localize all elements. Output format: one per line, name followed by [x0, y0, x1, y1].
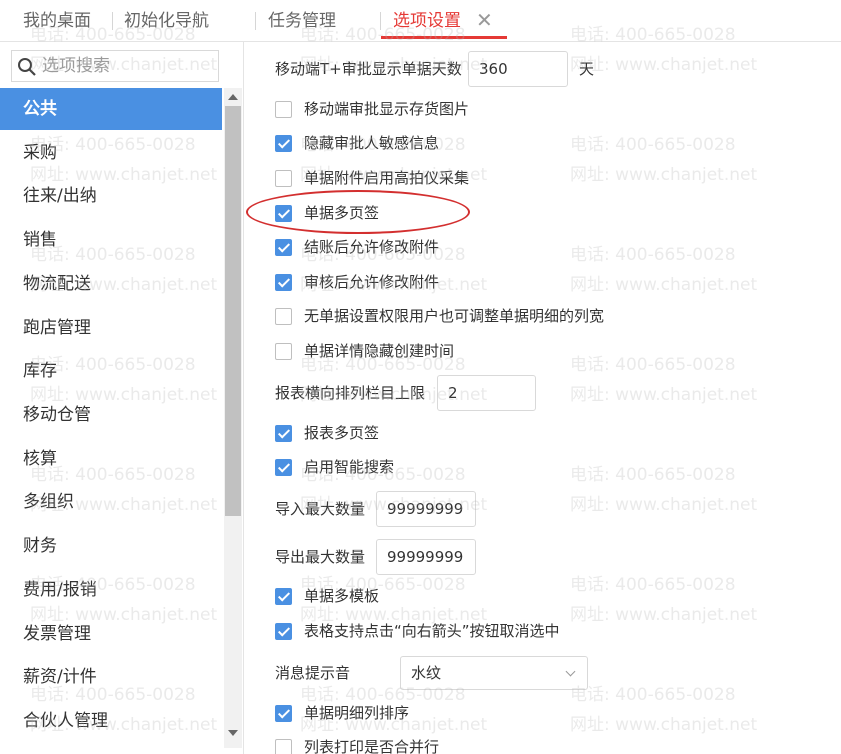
message-sound-value: 水纹: [411, 664, 442, 682]
settings-panel: 移动端T+审批显示单据天数 360 天 移动端审批显示存货图片 隐藏审批人敏感信…: [245, 42, 841, 754]
menu-item-expense[interactable]: 费用/报销: [0, 569, 222, 611]
checkbox[interactable]: [275, 588, 292, 605]
checkbox-label: 单据详情隐藏创建时间: [304, 342, 455, 360]
checkbox-label: 隐藏审批人敏感信息: [304, 134, 440, 152]
mobile-days-label: 移动端T+审批显示单据天数: [275, 60, 462, 78]
days-unit: 天: [579, 60, 595, 78]
sidebar-scrollbar[interactable]: [224, 88, 242, 748]
checkbox-label: 启用智能搜索: [304, 458, 395, 476]
checkbox-label: 报表多页签: [304, 424, 380, 442]
menu-item-accounts-cashier[interactable]: 往来/出纳: [0, 175, 222, 217]
menu-item-purchase[interactable]: 采购: [0, 132, 222, 174]
checkbox[interactable]: [275, 343, 292, 360]
checkbox-label: 列表打印是否合并行: [304, 738, 440, 754]
menu-item-finance[interactable]: 财务: [0, 525, 222, 567]
checkbox-label: 无单据设置权限用户也可调整单据明细的列宽: [304, 307, 605, 325]
menu-item-partner[interactable]: 合伙人管理: [0, 700, 222, 742]
highlight-ellipse: [246, 190, 470, 234]
checkbox[interactable]: [275, 274, 292, 291]
menu-item-inventory[interactable]: 库存: [0, 350, 222, 392]
checkbox-label: 移动端审批显示存货图片: [304, 100, 470, 118]
checkbox-label: 表格支持点击“向右箭头”按钮取消选中: [304, 622, 560, 640]
menu-item-invoice[interactable]: 发票管理: [0, 613, 222, 655]
options-sidebar: 公共 采购 往来/出纳 销售 物流配送 跑店管理 库存 移动仓管 核算 多组织 …: [0, 42, 244, 754]
checkbox[interactable]: [275, 623, 292, 640]
checkbox[interactable]: [275, 239, 292, 256]
menu-item-public[interactable]: 公共: [0, 88, 222, 130]
checkbox-label: 单据明细列排序: [304, 704, 410, 722]
checkbox[interactable]: [275, 739, 292, 754]
menu-item-store-visit[interactable]: 跑店管理: [0, 307, 222, 349]
import-max-input[interactable]: 99999999: [376, 491, 476, 527]
menu-item-sales[interactable]: 销售: [0, 219, 222, 261]
message-sound-select[interactable]: 水纹: [400, 656, 588, 690]
menu-item-payroll[interactable]: 薪资/计件: [0, 656, 222, 698]
checkbox[interactable]: [275, 425, 292, 442]
checkbox[interactable]: [275, 170, 292, 187]
tab-init-guide[interactable]: 初始化导航: [124, 0, 209, 42]
checkbox-label: 单据多模板: [304, 587, 380, 605]
checkbox[interactable]: [275, 308, 292, 325]
menu-item-costing[interactable]: 核算: [0, 438, 222, 480]
checkbox-label: 审核后允许修改附件: [304, 273, 440, 291]
tab-divider: [255, 12, 256, 30]
menu-item-multi-org[interactable]: 多组织: [0, 481, 222, 523]
tab-task-management[interactable]: 任务管理: [268, 0, 336, 42]
menu-item-logistics[interactable]: 物流配送: [0, 263, 222, 305]
option-search-input[interactable]: [42, 51, 217, 81]
export-max-input[interactable]: 99999999: [376, 539, 476, 575]
active-tab-indicator: [381, 36, 507, 39]
checkbox[interactable]: [275, 459, 292, 476]
menu-item-mobile-warehouse[interactable]: 移动仓管: [0, 394, 222, 436]
scroll-up-icon[interactable]: [228, 94, 238, 100]
checkbox[interactable]: [275, 135, 292, 152]
tab-my-desktop[interactable]: 我的桌面: [23, 0, 91, 42]
message-sound-label: 消息提示音: [275, 664, 351, 682]
checkbox[interactable]: [275, 705, 292, 722]
report-cols-label: 报表横向排列栏目上限: [275, 384, 426, 402]
option-search-box[interactable]: [11, 50, 219, 82]
scroll-down-icon[interactable]: [228, 730, 238, 736]
search-icon: [18, 58, 36, 76]
export-max-label: 导出最大数量: [275, 548, 366, 566]
checkbox-label: 单据附件启用高拍仪采集: [304, 169, 470, 187]
tab-bar: 我的桌面 初始化导航 任务管理 选项设置 ✕: [0, 0, 841, 42]
chevron-down-icon: [565, 666, 576, 677]
scrollbar-thumb[interactable]: [225, 106, 241, 516]
report-cols-input[interactable]: 2: [437, 375, 536, 411]
tab-divider: [112, 12, 113, 30]
import-max-label: 导入最大数量: [275, 500, 366, 518]
checkbox[interactable]: [275, 101, 292, 118]
checkbox-label: 结账后允许修改附件: [304, 238, 440, 256]
mobile-days-input[interactable]: 360: [468, 51, 568, 87]
tab-divider: [380, 12, 381, 30]
